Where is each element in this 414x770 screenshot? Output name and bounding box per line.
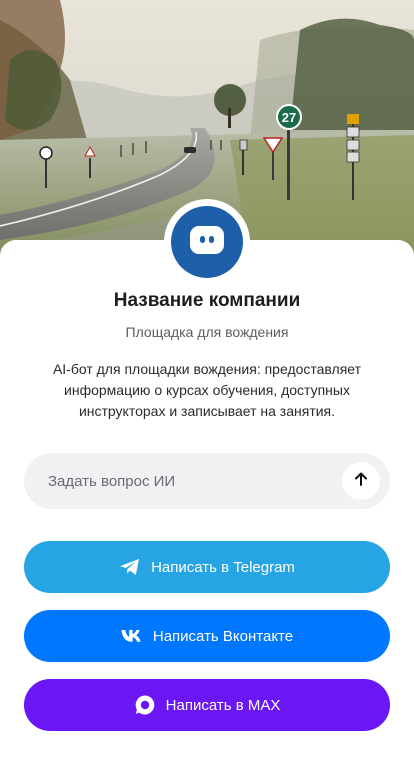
speed-sign-number: 27 xyxy=(282,110,296,125)
arrow-up-icon xyxy=(353,471,369,492)
vk-icon xyxy=(121,629,143,643)
max-button-label: Написать в MAX xyxy=(165,696,281,714)
company-subtitle: Площадка для вождения xyxy=(125,324,289,340)
vk-button[interactable]: Написать Вконтакте xyxy=(24,610,390,662)
bot-avatar-circle xyxy=(171,206,243,278)
send-button[interactable] xyxy=(342,462,380,500)
telegram-button-label: Написать в Telegram xyxy=(151,558,295,576)
company-description: AI-бот для площадки вождения: предоставл… xyxy=(52,361,362,419)
max-icon xyxy=(134,694,156,716)
ask-ai-box xyxy=(24,453,390,509)
vk-button-label: Написать Вконтакте xyxy=(152,627,294,645)
bot-landing-page: 27 Название компании Площадка для вожден… xyxy=(0,0,414,770)
company-name: Название компании xyxy=(113,290,301,311)
max-button[interactable]: Написать в MAX xyxy=(24,679,390,731)
ask-ai-input[interactable] xyxy=(24,453,334,509)
telegram-icon xyxy=(119,558,141,576)
chat-bot-icon xyxy=(189,225,225,260)
telegram-button[interactable]: Написать в Telegram xyxy=(24,541,390,593)
avatar xyxy=(164,199,250,285)
